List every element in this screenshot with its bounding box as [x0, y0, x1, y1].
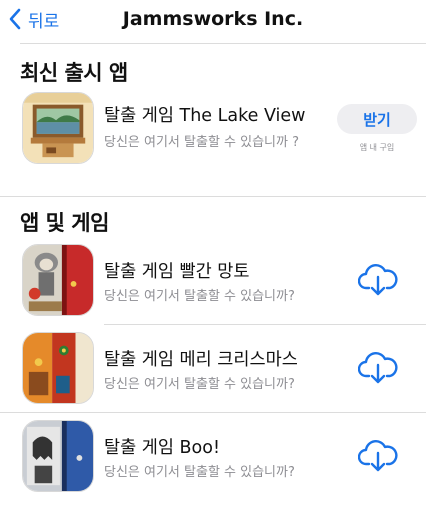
app-title: 탈출 게임 Boo! [104, 438, 220, 458]
list-item[interactable]: 탈출 게임 메리 크리스마스 당신은 여기서 탈출할 수 있습니까? [0, 326, 426, 412]
app-title: 탈출 게임 The Lake View [104, 106, 306, 126]
in-app-purchase-label: 앱 내 구입 [359, 143, 395, 152]
get-button[interactable]: 받기 [337, 104, 417, 134]
cloud-download-icon[interactable] [358, 438, 398, 474]
section-divider [0, 196, 426, 197]
list-item[interactable]: 탈출 게임 Boo! 당신은 여기서 탈출할 수 있습니까? [0, 414, 426, 500]
section-title-latest: 최신 출시 앱 [20, 61, 128, 85]
cloud-download-icon[interactable] [358, 350, 398, 386]
row-divider [104, 324, 426, 325]
app-subtitle: 당신은 여기서 탈출할 수 있습니까? [104, 377, 295, 392]
section-title-apps: 앱 및 게임 [20, 211, 109, 235]
list-item[interactable]: 탈출 게임 빨간 망토 당신은 여기서 탈출할 수 있습니까? [0, 238, 426, 324]
app-subtitle: 당신은 여기서 탈출할 수 있습니까? [104, 465, 295, 480]
boo-game-icon [22, 420, 94, 492]
nav-divider [20, 43, 426, 44]
lake-view-game-icon [22, 92, 94, 164]
row-divider [0, 412, 426, 413]
latest-app-row[interactable]: 탈출 게임 The Lake View 당신은 여기서 탈출할 수 있습니까 ?… [0, 86, 426, 172]
red-riding-hood-game-icon [22, 244, 94, 316]
app-subtitle: 당신은 여기서 탈출할 수 있습니까 ? [104, 135, 300, 150]
app-title: 탈출 게임 빨간 망토 [104, 262, 250, 282]
cloud-download-icon[interactable] [358, 262, 398, 298]
app-subtitle: 당신은 여기서 탈출할 수 있습니까? [104, 289, 295, 304]
merry-christmas-game-icon [22, 332, 94, 404]
app-title: 탈출 게임 메리 크리스마스 [104, 350, 298, 370]
page-title: Jammsworks Inc. [122, 8, 304, 30]
nav-bar: 뒤로 Jammsworks Inc. [0, 0, 426, 40]
